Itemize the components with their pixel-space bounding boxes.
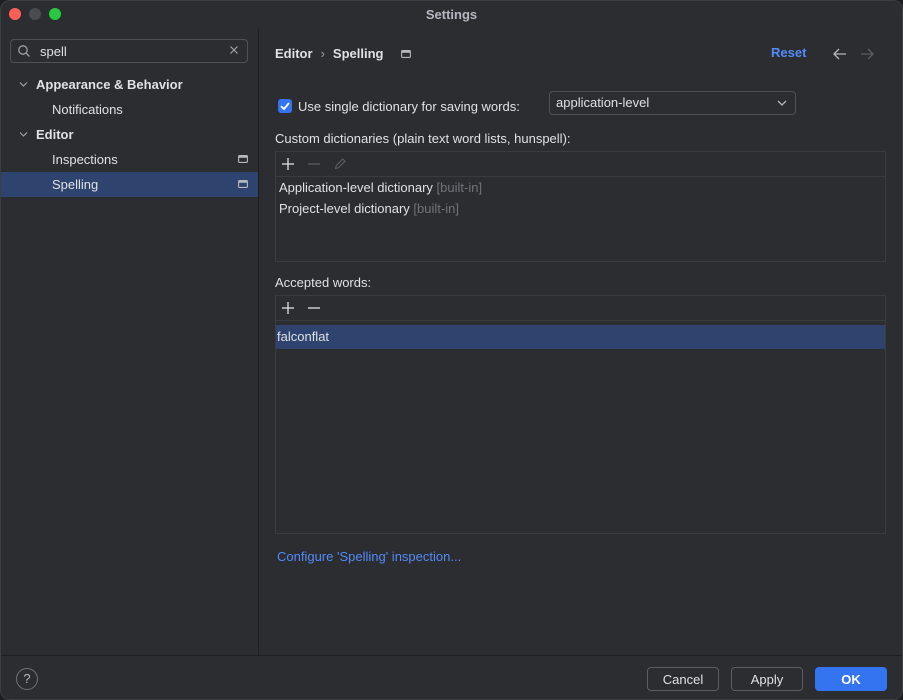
tree-item-editor[interactable]: Editor xyxy=(1,122,258,147)
chevron-down-icon xyxy=(777,100,787,106)
custom-dictionaries-panel: Application-level dictionary [built-in] … xyxy=(275,151,886,262)
search-icon xyxy=(18,45,30,57)
custom-dictionaries-label: Custom dictionaries (plain text word lis… xyxy=(275,131,571,146)
tree-item-label: Inspections xyxy=(52,152,118,167)
cancel-button[interactable]: Cancel xyxy=(647,667,719,691)
settings-window: Settings Appearance & Behavior Notificat xyxy=(0,0,903,700)
breadcrumb-separator: › xyxy=(320,46,325,62)
edit-icon[interactable] xyxy=(333,157,347,171)
single-dictionary-label: Use single dictionary for saving words: xyxy=(298,99,520,114)
search-input[interactable] xyxy=(40,42,220,60)
accepted-word-row[interactable]: falconflat xyxy=(276,325,885,349)
dictionary-name: Project-level dictionary xyxy=(279,201,410,216)
help-button[interactable]: ? xyxy=(16,668,38,690)
accepted-words-label: Accepted words: xyxy=(275,275,372,290)
breadcrumb-current: Spelling xyxy=(332,46,384,62)
settings-content: Editor › Spelling Reset Use single diction… xyxy=(259,29,902,655)
dictionary-tag: [built-in] xyxy=(413,201,459,216)
ok-button[interactable]: OK xyxy=(815,667,887,691)
chevron-down-icon[interactable] xyxy=(19,80,28,89)
breadcrumb: Editor › Spelling xyxy=(275,45,412,62)
accepted-words-panel: falconflat xyxy=(275,295,886,534)
dictionary-name: Application-level dictionary xyxy=(279,180,433,195)
title-bar: Settings xyxy=(1,1,902,29)
tree-item-label: Spelling xyxy=(52,177,99,192)
remove-icon[interactable] xyxy=(307,301,321,315)
arrow-right-icon[interactable] xyxy=(859,47,875,61)
add-icon[interactable] xyxy=(281,157,295,171)
add-icon[interactable] xyxy=(281,301,295,315)
tree-item-appearance-behavior[interactable]: Appearance & Behavior xyxy=(1,72,258,97)
clear-search-icon[interactable] xyxy=(229,45,239,55)
dictionary-level-value: application-level xyxy=(556,95,650,110)
arrow-left-icon[interactable] xyxy=(832,47,848,61)
dictionary-level-select[interactable]: application-level xyxy=(549,91,796,115)
tree-item-label: Appearance & Behavior xyxy=(36,77,183,92)
project-scope-icon xyxy=(401,49,412,58)
tree-item-label: Notifications xyxy=(52,102,123,117)
apply-button[interactable]: Apply xyxy=(731,667,803,691)
single-dictionary-checkbox[interactable] xyxy=(278,99,292,113)
project-scope-icon xyxy=(238,155,248,163)
dialog-footer: ? Cancel Apply OK xyxy=(1,655,902,699)
dictionaries-toolbar xyxy=(276,152,885,177)
project-scope-icon xyxy=(238,180,248,188)
dictionary-item[interactable]: Project-level dictionary [built-in] xyxy=(279,201,459,216)
tree-item-notifications[interactable]: Notifications xyxy=(1,97,258,122)
dictionary-tag: [built-in] xyxy=(436,180,483,195)
accepted-words-toolbar xyxy=(276,296,885,321)
tree-item-spelling[interactable]: Spelling xyxy=(1,172,258,197)
settings-search-box[interactable] xyxy=(10,39,248,63)
tree-item-label: Editor xyxy=(36,127,74,142)
chevron-down-icon[interactable] xyxy=(19,130,28,139)
checkmark-icon xyxy=(280,102,290,111)
settings-tree: Appearance & Behavior Notifications Edit… xyxy=(1,72,258,197)
breadcrumb-parent[interactable]: Editor xyxy=(275,46,313,61)
dictionary-item[interactable]: Application-level dictionary [built-in] xyxy=(279,180,482,195)
window-title: Settings xyxy=(425,7,478,22)
accepted-word: falconflat xyxy=(277,329,330,344)
settings-sidebar: Appearance & Behavior Notifications Edit… xyxy=(1,29,259,655)
tree-item-inspections[interactable]: Inspections xyxy=(1,147,258,172)
configure-inspection-link[interactable]: Configure 'Spelling' inspection... xyxy=(277,549,461,564)
remove-icon[interactable] xyxy=(307,157,321,171)
reset-link[interactable]: Reset xyxy=(771,45,806,60)
